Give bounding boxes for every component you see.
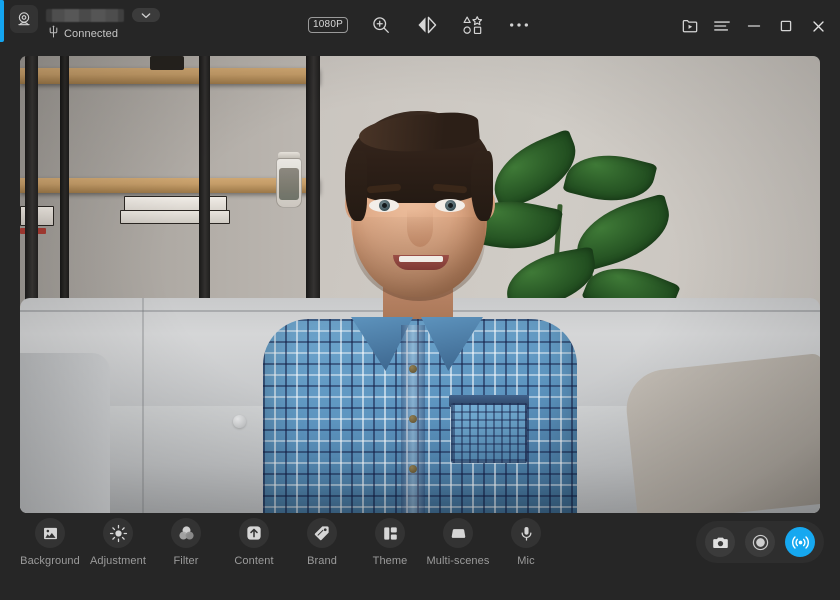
shelf-box bbox=[150, 56, 184, 70]
tool-content[interactable]: Content bbox=[228, 518, 280, 567]
sofa-cushion-seam bbox=[142, 298, 144, 513]
tool-brand[interactable]: Brand bbox=[296, 518, 348, 567]
brightness-icon bbox=[103, 518, 133, 548]
hair-side bbox=[471, 151, 493, 221]
tool-label: Content bbox=[234, 555, 274, 567]
filter-circles-icon bbox=[171, 518, 201, 548]
title-bar: Connected 1080P bbox=[0, 0, 840, 52]
sofa-pillow bbox=[622, 352, 820, 513]
accent-strip bbox=[0, 0, 4, 42]
magnifier-plus-icon[interactable] bbox=[368, 12, 394, 38]
effect-tools: Background Adjustment Filter Content Bra… bbox=[0, 513, 552, 567]
tool-mic[interactable]: Mic bbox=[500, 518, 552, 567]
hamburger-icon[interactable] bbox=[706, 12, 738, 40]
hair-side bbox=[345, 151, 367, 221]
device-section: Connected bbox=[0, 0, 160, 43]
shirt-button bbox=[409, 365, 417, 373]
tool-background[interactable]: Background bbox=[20, 518, 80, 567]
mirror-flip-icon[interactable] bbox=[414, 12, 440, 38]
tool-label: Theme bbox=[372, 555, 408, 567]
window-controls bbox=[674, 0, 840, 40]
connection-status: Connected bbox=[46, 25, 160, 43]
tool-label: Adjustment bbox=[89, 555, 147, 567]
shelf-book bbox=[120, 210, 230, 224]
capture-actions bbox=[696, 521, 824, 563]
preview-scene bbox=[20, 56, 820, 513]
shirt-pocket bbox=[451, 403, 527, 463]
nose bbox=[407, 209, 433, 247]
sofa-tuft-button bbox=[233, 415, 246, 428]
shirt-button bbox=[409, 415, 417, 423]
tool-theme[interactable]: Theme bbox=[364, 518, 416, 567]
maximize-icon[interactable] bbox=[770, 12, 802, 40]
usb-icon bbox=[48, 25, 59, 43]
scenes-card-icon bbox=[443, 518, 473, 548]
microphone-icon bbox=[511, 518, 541, 548]
eye bbox=[435, 199, 465, 212]
tool-label: Filter bbox=[173, 555, 199, 567]
tool-filter[interactable]: Filter bbox=[160, 518, 212, 567]
close-icon[interactable] bbox=[802, 12, 834, 40]
shirt-button bbox=[409, 465, 417, 473]
tool-label: Brand bbox=[307, 555, 337, 567]
tag-icon bbox=[307, 518, 337, 548]
sofa-arm bbox=[20, 353, 110, 513]
tool-multi-scenes[interactable]: Multi-scenes bbox=[427, 518, 489, 567]
video-preview[interactable] bbox=[20, 56, 820, 513]
device-dropdown-button[interactable] bbox=[132, 8, 160, 22]
tool-adjustment[interactable]: Adjustment bbox=[89, 518, 147, 567]
upload-arrow-icon bbox=[239, 518, 269, 548]
resolution-badge[interactable]: 1080P bbox=[308, 17, 348, 33]
ellipsis-icon[interactable] bbox=[506, 12, 532, 38]
snapshot-button[interactable] bbox=[705, 527, 735, 557]
layout-blocks-icon bbox=[375, 518, 405, 548]
tool-label: Mic bbox=[517, 555, 535, 567]
device-info: Connected bbox=[46, 5, 160, 43]
person-subject bbox=[255, 93, 585, 513]
status-label: Connected bbox=[64, 28, 119, 40]
tool-label: Background bbox=[20, 555, 80, 567]
preview-stage bbox=[0, 52, 840, 513]
eye bbox=[369, 199, 399, 212]
bottom-toolbar: Background Adjustment Filter Content Bra… bbox=[0, 513, 840, 600]
mouth bbox=[393, 255, 449, 270]
app-window: Connected 1080P Background Adjustment Fi… bbox=[0, 0, 840, 600]
webcam-icon[interactable] bbox=[10, 5, 38, 33]
minimize-icon[interactable] bbox=[738, 12, 770, 40]
record-button[interactable] bbox=[745, 527, 775, 557]
tool-label: Multi-scenes bbox=[426, 555, 490, 567]
image-icon bbox=[35, 518, 65, 548]
shapes-icon[interactable] bbox=[460, 12, 486, 38]
broadcast-button[interactable] bbox=[785, 527, 815, 557]
folder-play-icon[interactable] bbox=[674, 12, 706, 40]
device-selector-row bbox=[46, 8, 160, 22]
device-name-field[interactable] bbox=[46, 8, 124, 22]
